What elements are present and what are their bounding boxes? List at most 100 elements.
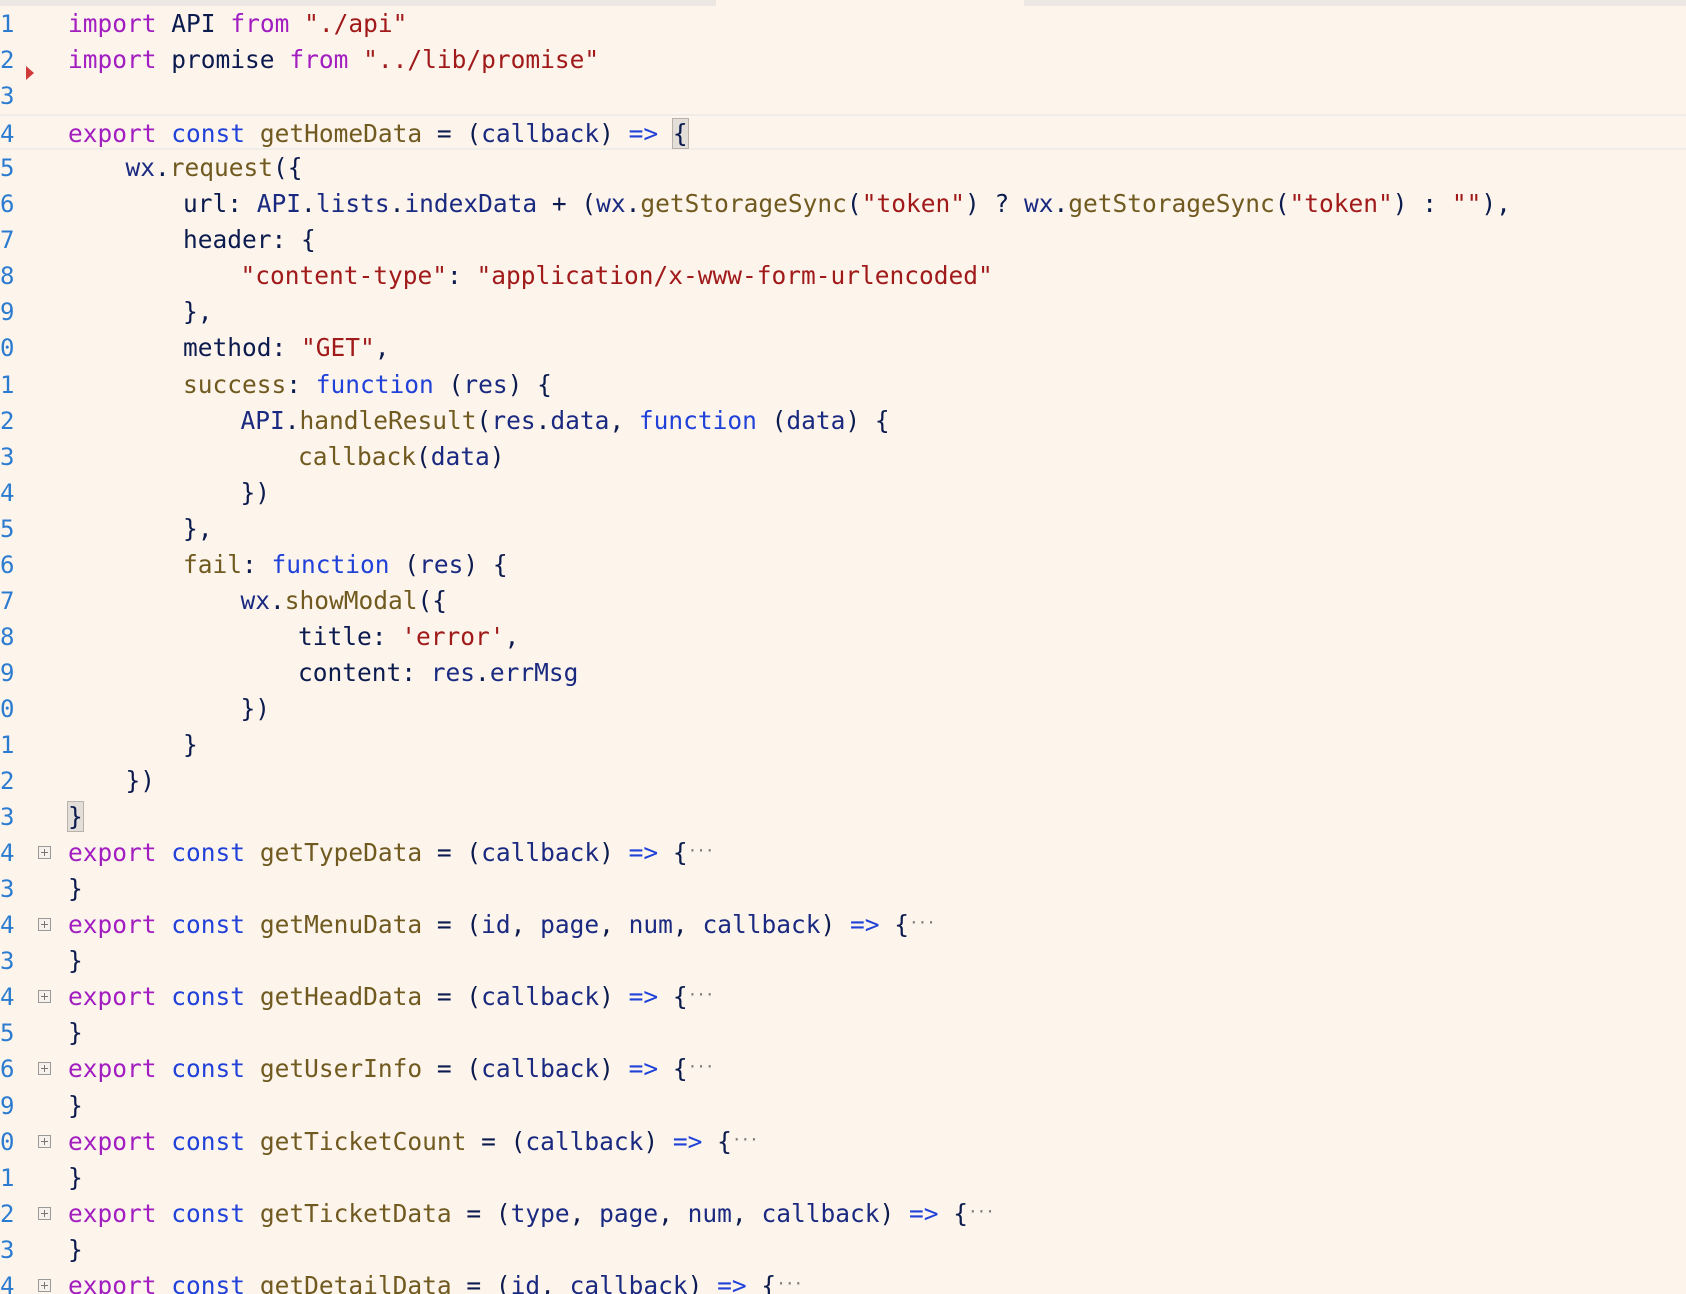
code-line[interactable]: 2})	[0, 763, 1686, 799]
code-line[interactable]: 0 method: "GET",	[0, 330, 1686, 366]
code-line[interactable]: 3}	[0, 871, 1686, 907]
code-line[interactable]: 1}	[0, 727, 1686, 763]
code-line[interactable]: 6 export const getUserInfo = (callback) =…	[0, 1051, 1686, 1087]
punctuation-token: }	[68, 1234, 83, 1264]
folded-ellipsis-icon[interactable]: ···	[688, 1051, 715, 1083]
string-token: "./api"	[304, 9, 408, 38]
fold-expand-icon[interactable]	[38, 990, 51, 1004]
storage-token: =>	[672, 1126, 703, 1156]
code-line[interactable]: 9},	[0, 294, 1686, 330]
code-line[interactable]: 2 export const getTicketData = (type, pag…	[0, 1196, 1686, 1232]
fold-expand-icon[interactable]	[38, 1062, 51, 1076]
code-line[interactable]: 7 wx.showModal({	[0, 583, 1686, 619]
folded-ellipsis-icon[interactable]: ···	[776, 1268, 803, 1294]
punctuation-token: ,	[510, 910, 541, 940]
code-line[interactable]: 5},	[0, 511, 1686, 547]
punctuation-token	[157, 1199, 172, 1228]
punctuation-token: })	[125, 766, 156, 796]
code-line[interactable]: 9}	[0, 1088, 1686, 1124]
code-line[interactable]: 4 export const getHeadData = (callback) =…	[0, 979, 1686, 1015]
punctuation-token: ) :	[1392, 189, 1452, 219]
punctuation-token	[245, 1054, 260, 1083]
punctuation-token: .	[155, 153, 170, 183]
code-line[interactable]: 2 API.handleResult(res.data, function (da…	[0, 403, 1686, 439]
code-line[interactable]: 7 header: {	[0, 222, 1686, 258]
line-number: 5	[0, 1019, 15, 1048]
punctuation-token: ,	[672, 910, 703, 940]
fold-expand-icon[interactable]	[38, 918, 51, 932]
punctuation-token: = (	[422, 1054, 482, 1084]
code-line[interactable]: 8 "content-type": "application/x-www-form…	[0, 258, 1686, 294]
folded-ellipsis-icon[interactable]: ···	[688, 979, 715, 1011]
fold-expand-icon[interactable]	[38, 1134, 51, 1148]
keyword-token: export	[68, 838, 157, 868]
arrow-right-icon[interactable]	[26, 66, 34, 81]
code-line[interactable]: 8 title: 'error',	[0, 619, 1686, 655]
line-number: 2	[0, 1199, 15, 1228]
variable-token: res	[463, 369, 508, 399]
code-line[interactable]: 6 fail: function (res) {	[0, 547, 1686, 583]
punctuation-token: .	[535, 405, 551, 435]
folded-ellipsis-icon[interactable]: ···	[688, 835, 715, 867]
line-code: },	[183, 294, 213, 330]
code-line[interactable]: 2 import promise from "../lib/promise"	[0, 42, 1686, 78]
code-line[interactable]: 4 export const getMenuData = (id, page, n…	[0, 907, 1686, 943]
line-code: header: {	[183, 222, 316, 258]
storage-token: const	[171, 982, 246, 1012]
punctuation-token: }	[183, 730, 198, 759]
code-line[interactable]: 4 export const getDetailData = (id, callb…	[0, 1268, 1686, 1294]
line-code: import API from "./api"	[68, 6, 407, 42]
line-number: 6	[0, 1055, 15, 1084]
fold-expand-icon[interactable]	[38, 1278, 51, 1292]
variable-token: num	[628, 910, 673, 940]
code-line[interactable]: 3}	[0, 799, 1686, 835]
punctuation-token: )	[687, 1270, 718, 1294]
code-line[interactable]: 3}	[0, 1232, 1686, 1268]
code-line[interactable]: 1 success: function (res) {	[0, 367, 1686, 403]
punctuation-token: ,	[540, 1270, 570, 1294]
punctuation-token	[157, 1271, 172, 1294]
code-editor[interactable]: 1 import API from "./api" 2 import promise …	[0, 0, 1686, 1294]
punctuation-token	[157, 1054, 172, 1083]
punctuation-token: = (	[451, 1270, 511, 1294]
variable-token: indexData	[404, 189, 538, 219]
code-line[interactable]: 4})	[0, 475, 1686, 511]
code-line[interactable]: 3	[0, 66, 1686, 114]
punctuation-token: )	[489, 441, 505, 471]
punctuation-token: :	[401, 657, 431, 687]
function-token: getDetailData	[259, 1270, 452, 1294]
fold-expand-icon[interactable]	[38, 846, 51, 860]
line-code: export const getUserInfo = (callback) =>…	[68, 1051, 715, 1087]
code-line[interactable]: 1}	[0, 1160, 1686, 1196]
code-line[interactable]: 4 export const getTypeData = (callback) =…	[0, 835, 1686, 871]
punctuation-token	[157, 838, 172, 867]
punctuation-token: .	[475, 657, 490, 687]
variable-token: type	[510, 1198, 570, 1228]
punctuation-token: )	[599, 119, 629, 149]
punctuation-token	[245, 1271, 260, 1294]
folded-ellipsis-icon[interactable]: ···	[909, 907, 936, 939]
code-line[interactable]: 5 wx.request({	[0, 150, 1686, 186]
code-line[interactable]: 3}	[0, 943, 1686, 979]
punctuation-token: ,	[504, 621, 520, 651]
code-line[interactable]: 9 content: res.errMsg	[0, 655, 1686, 691]
punctuation-token: :	[242, 549, 272, 579]
code-line[interactable]: 1 import API from "./api"	[0, 6, 1686, 42]
fold-expand-icon[interactable]	[38, 1206, 51, 1220]
folded-ellipsis-icon[interactable]: ···	[968, 1196, 995, 1228]
code-line[interactable]: 5}	[0, 1015, 1686, 1051]
code-line[interactable]: 3 callback(data)	[0, 439, 1686, 475]
matching-bracket: {	[671, 118, 689, 150]
punctuation-token: }	[68, 1090, 83, 1120]
punctuation-token: {	[938, 1198, 968, 1228]
folded-ellipsis-icon[interactable]: ···	[732, 1124, 759, 1156]
keyword-token: import	[68, 45, 157, 75]
code-line[interactable]: 6 url: API.lists.indexData + (wx.getStora…	[0, 186, 1686, 222]
punctuation-token: )	[599, 982, 629, 1012]
code-line[interactable]: 0})	[0, 691, 1686, 727]
storage-token: const	[171, 119, 246, 149]
punctuation-token: },	[183, 297, 213, 327]
code-line[interactable]: 0 export const getTicketCount = (callback…	[0, 1124, 1686, 1160]
punctuation-token	[157, 1127, 172, 1156]
code-line[interactable]: 4 export const getHomeData = (callback) =…	[0, 114, 1686, 151]
